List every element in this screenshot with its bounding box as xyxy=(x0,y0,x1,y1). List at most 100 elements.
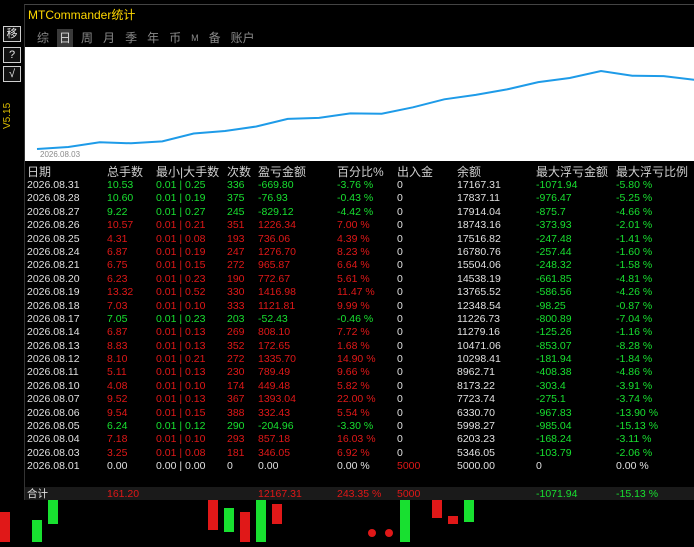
balance-line-chart xyxy=(36,69,694,150)
cell-pct: 9.66 % xyxy=(337,366,370,379)
tab-currency[interactable]: 币 xyxy=(167,29,183,47)
move-button[interactable]: 移 xyxy=(3,26,21,42)
cell-minmax: 0.01 | 0.10 xyxy=(156,433,206,446)
table-row[interactable]: 2026.08.11 5.11 0.01 | 0.13 230 789.49 9.66 %… xyxy=(25,366,694,379)
col-maxddpct: 最大浮亏比例 xyxy=(616,165,689,179)
cell-maxddpct: -4.66 % xyxy=(616,205,653,218)
tab-summary[interactable]: 综 xyxy=(35,29,51,47)
cell-balance: 18743.16 xyxy=(457,219,501,232)
table-row[interactable]: 2026.08.27 9.22 0.01 | 0.27 245 -829.12 -4.42… xyxy=(25,206,694,219)
cell-maxddpct: -4.81 % xyxy=(616,272,653,285)
total-maxdd: -1071.94 xyxy=(536,488,578,500)
cell-minmax: 0.01 | 0.13 xyxy=(156,326,206,339)
balance-chart xyxy=(25,47,694,161)
table-row[interactable]: 2026.08.17 7.05 0.01 | 0.23 203 -52.43 -0.46 … xyxy=(25,313,694,326)
cell-maxdd: -1071.94 xyxy=(536,179,578,191)
cell-count: 193 xyxy=(227,232,245,245)
cell-count: 352 xyxy=(227,339,245,352)
candle xyxy=(0,512,10,542)
cell-maxdd: -275.1 xyxy=(536,393,566,406)
tab-day[interactable]: 日 xyxy=(57,29,74,47)
table-row[interactable]: 2026.08.10 4.08 0.01 | 0.10 174 449.48 5.82 %… xyxy=(25,380,694,393)
cell-count: 293 xyxy=(227,433,245,446)
table-row[interactable]: 2026.08.25 4.31 0.01 | 0.08 193 736.06 4.39 %… xyxy=(25,233,694,246)
cell-maxdd: 0 xyxy=(536,460,542,473)
cell-maxddpct: -4.86 % xyxy=(616,366,653,379)
cell-count: 247 xyxy=(227,245,245,258)
cell-lots: 9.22 xyxy=(107,205,128,218)
table-row[interactable]: 2026.08.01 0.00 0.00 | 0.00 0 0.00 0.00 % 5000… xyxy=(25,460,694,473)
tab-notes[interactable]: 备 xyxy=(207,29,223,47)
cell-date: 2026.08.10 xyxy=(27,379,80,392)
stats-window: MTCommander统计 综 日 周 月 季 年 币 M 备 账户 2026.… xyxy=(24,4,694,501)
cell-pnl: 1121.81 xyxy=(258,299,296,312)
cell-date: 2026.08.18 xyxy=(27,299,80,312)
cell-io: 0 xyxy=(397,393,403,406)
cell-pnl: -76.93 xyxy=(258,192,288,205)
cell-minmax: 0.01 | 0.15 xyxy=(156,406,206,419)
table-row[interactable]: 2026.08.13 8.83 0.01 | 0.13 352 172.65 1.68 %… xyxy=(25,340,694,353)
cell-count: 245 xyxy=(227,205,245,218)
table-row[interactable]: 2026.08.12 8.10 0.01 | 0.21 272 1335.70 14.90… xyxy=(25,353,694,366)
table-row[interactable]: 2026.08.21 6.75 0.01 | 0.15 272 965.87 6.64 %… xyxy=(25,259,694,272)
cell-lots: 6.75 xyxy=(107,259,128,272)
tab-year[interactable]: 年 xyxy=(145,29,161,47)
tab-week[interactable]: 周 xyxy=(79,29,95,47)
cell-maxddpct: -0.87 % xyxy=(616,299,653,312)
cell-pnl: 1276.70 xyxy=(258,245,296,258)
table-row[interactable]: 2026.08.20 6.23 0.01 | 0.23 190 772.67 5.61 %… xyxy=(25,273,694,286)
cell-pct: 14.90 % xyxy=(337,353,376,366)
cell-maxdd: -967.83 xyxy=(536,406,572,419)
cell-maxdd: -373.93 xyxy=(536,219,572,232)
table-row[interactable]: 2026.08.18 7.03 0.01 | 0.10 333 1121.81 9.99 … xyxy=(25,300,694,313)
candlestick-strip xyxy=(0,500,474,542)
help-button[interactable]: ? xyxy=(3,47,21,63)
cell-minmax: 0.00 | 0.00 xyxy=(156,460,206,473)
tab-magic[interactable]: M xyxy=(189,29,201,47)
tab-quarter[interactable]: 季 xyxy=(123,29,139,47)
cell-pnl: 965.87 xyxy=(258,259,291,272)
table-row[interactable]: 2026.08.28 10.60 0.01 | 0.19 375 -76.93 -0.43… xyxy=(25,192,694,205)
cell-minmax: 0.01 | 0.21 xyxy=(156,353,206,366)
cell-io: 0 xyxy=(397,312,403,325)
table-row[interactable]: 2026.08.07 9.52 0.01 | 0.13 367 1393.04 22.00… xyxy=(25,393,694,406)
cell-balance: 6203.23 xyxy=(457,433,495,446)
cell-maxddpct: -4.26 % xyxy=(616,286,653,299)
table-row[interactable]: 2026.08.24 6.87 0.01 | 0.19 247 1276.70 8.23 … xyxy=(25,246,694,259)
window-title: MTCommander统计 xyxy=(28,8,136,22)
candle xyxy=(256,500,266,542)
cell-pct: 6.64 % xyxy=(337,259,370,272)
table-row[interactable]: 2026.08.06 9.54 0.01 | 0.15 388 332.43 5.54 %… xyxy=(25,407,694,420)
cell-count: 0 xyxy=(227,460,233,473)
cell-maxdd: -661.85 xyxy=(536,272,572,285)
cell-io: 0 xyxy=(397,232,403,245)
cell-minmax: 0.01 | 0.12 xyxy=(156,420,206,433)
cell-pnl: 346.05 xyxy=(258,446,291,459)
table-row[interactable]: 2026.08.04 7.18 0.01 | 0.10 293 857.18 16.03 … xyxy=(25,433,694,446)
cell-date: 2026.08.01 xyxy=(27,460,80,473)
cell-maxddpct: -3.91 % xyxy=(616,379,653,392)
table-row[interactable]: 2026.08.26 10.57 0.01 | 0.21 351 1226.34 7.00… xyxy=(25,219,694,232)
cell-pnl: -829.12 xyxy=(258,205,294,218)
cell-maxddpct: -2.06 % xyxy=(616,446,653,459)
table-row[interactable]: 2026.08.19 13.32 0.01 | 0.52 330 1416.98 11.4… xyxy=(25,286,694,299)
cell-pct: 4.39 % xyxy=(337,232,370,245)
cell-balance: 7723.74 xyxy=(457,393,495,406)
table-row[interactable]: 2026.08.03 3.25 0.01 | 0.08 181 346.05 6.92 %… xyxy=(25,447,694,460)
cell-maxddpct: -3.11 % xyxy=(616,433,652,446)
cell-io: 0 xyxy=(397,219,403,232)
tab-account[interactable]: 账户 xyxy=(229,29,257,47)
cell-maxddpct: -15.13 % xyxy=(616,420,659,433)
table-row[interactable]: 2026.08.14 6.87 0.01 | 0.13 269 808.10 7.72 %… xyxy=(25,326,694,339)
cell-minmax: 0.01 | 0.23 xyxy=(156,272,206,285)
cell-date: 2026.08.11 xyxy=(27,366,79,379)
candle xyxy=(208,500,218,530)
tab-month[interactable]: 月 xyxy=(101,29,117,47)
cell-balance: 12348.54 xyxy=(457,299,501,312)
cell-maxdd: -168.24 xyxy=(536,433,572,446)
table-row[interactable]: 2026.08.31 10.53 0.01 | 0.25 336 -669.80 -3.7… xyxy=(25,179,694,192)
table-row[interactable]: 2026.08.05 6.24 0.01 | 0.12 290 -204.96 -3.30… xyxy=(25,420,694,433)
trade-marker-icon xyxy=(368,529,376,537)
cell-minmax: 0.01 | 0.08 xyxy=(156,232,206,245)
confirm-button[interactable]: √ xyxy=(3,66,21,82)
